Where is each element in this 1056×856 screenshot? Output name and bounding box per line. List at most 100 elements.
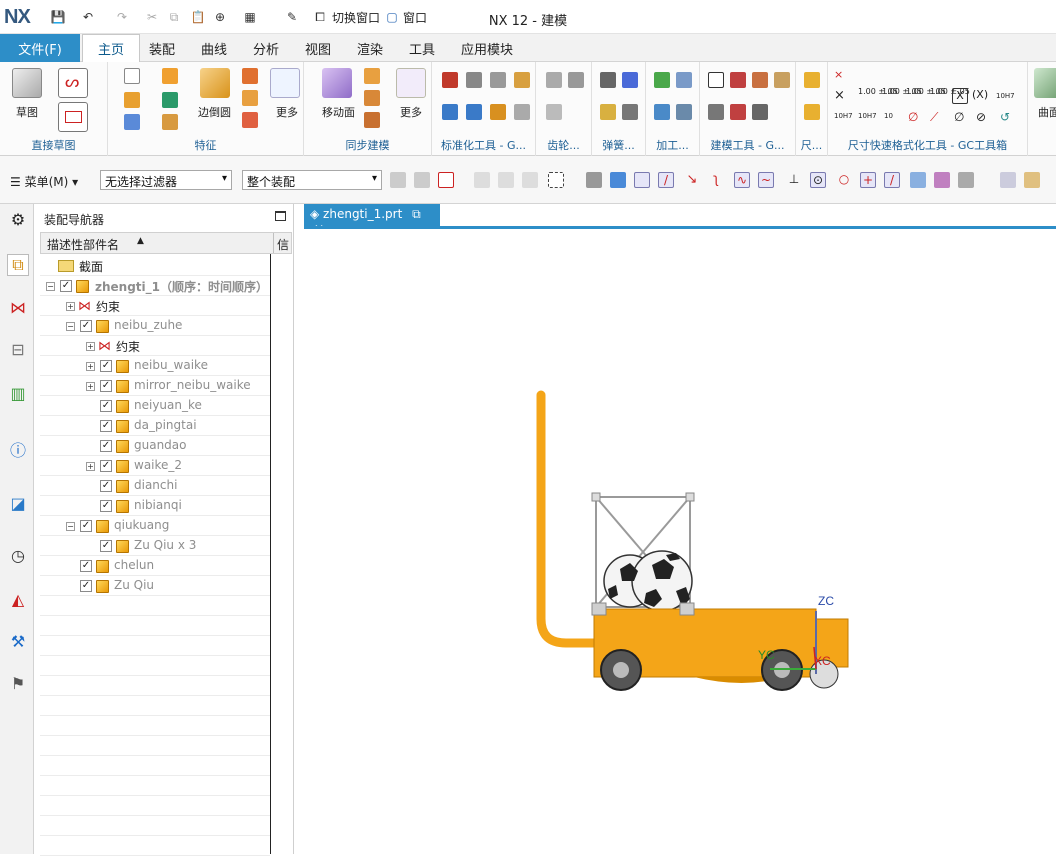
tool-6-icon[interactable]	[730, 104, 746, 120]
more-features-icon[interactable]	[270, 68, 300, 98]
sketch-button[interactable]: 草图	[16, 104, 38, 120]
checkbox[interactable]: ✓	[80, 560, 92, 572]
gear-1-icon[interactable]	[546, 72, 562, 88]
triangle-icon[interactable]	[708, 72, 724, 88]
snap-control-icon[interactable]: ∿	[734, 172, 750, 188]
snap-center-icon[interactable]: ⊙	[810, 172, 826, 188]
constraint-navigator-icon[interactable]: ⋈	[7, 296, 29, 318]
tree-row-root[interactable]: − ✓ zhengti_1（顺序：时间顺序）	[40, 276, 270, 296]
tool-4-icon[interactable]	[774, 72, 790, 88]
column-info-header[interactable]: 信	[277, 236, 289, 253]
tab-assemblies[interactable]: 装配	[140, 34, 184, 62]
snap-intersect-icon[interactable]: +	[860, 172, 876, 188]
snap-spline-icon[interactable]: ~	[758, 172, 774, 188]
popout-icon[interactable]: ⧉	[412, 207, 421, 221]
tree-row-component[interactable]: + ✓ mirror_neibu_waike	[40, 376, 270, 396]
type-filter-dropdown[interactable]: 无选择过滤器 ▾	[100, 170, 232, 190]
maximize-icon[interactable]	[275, 211, 286, 221]
tol-label-4[interactable]: 10H7	[996, 92, 1015, 100]
std-tool-5-icon[interactable]	[442, 104, 458, 120]
snap-face-icon[interactable]	[910, 172, 926, 188]
checkbox[interactable]: ✓	[80, 580, 92, 592]
gear-2-icon[interactable]	[568, 72, 584, 88]
collapse-icon[interactable]: −	[46, 282, 55, 291]
extrude-icon[interactable]	[162, 68, 178, 84]
rect-select-icon[interactable]	[548, 172, 564, 188]
clock-icon[interactable]: ◷	[7, 544, 29, 566]
tree-row-component[interactable]: ✓ nibianqi	[40, 496, 270, 516]
offset-region-icon[interactable]	[364, 90, 380, 106]
machining-1-icon[interactable]	[654, 72, 670, 88]
slash-icon[interactable]: ⟋	[930, 110, 946, 126]
tree-row-component[interactable]: ✓ Zu Qiu x 3	[40, 536, 270, 556]
filter-2-icon[interactable]	[414, 172, 430, 188]
tab-render[interactable]: 渲染	[348, 34, 392, 62]
reuse-library-icon[interactable]: ▥	[7, 382, 29, 404]
document-tab[interactable]: ◈ zhengti_1.prt ⧉ ✕	[304, 204, 440, 236]
machining-2-icon[interactable]	[676, 72, 692, 88]
spring-2-icon[interactable]	[622, 72, 638, 88]
checkbox[interactable]: ✓	[80, 320, 92, 332]
tree-row-constraints[interactable]: + ⋈ 约束	[40, 336, 270, 356]
replace-face-icon[interactable]	[364, 112, 380, 128]
gear-3-icon[interactable]	[546, 104, 562, 120]
tol-label-1[interactable]: 10H7	[834, 112, 853, 120]
std-tool-2-icon[interactable]	[466, 72, 482, 88]
part-navigator-icon[interactable]: ⊟	[7, 338, 29, 360]
rectangle-icon[interactable]	[58, 102, 88, 132]
snap-mid-icon[interactable]: ↘	[684, 172, 700, 188]
expand-icon[interactable]: +	[86, 362, 95, 371]
shell-icon[interactable]	[162, 114, 178, 130]
dim-2-icon[interactable]	[804, 104, 820, 120]
spring-1-icon[interactable]	[600, 72, 616, 88]
paren-x-icon[interactable]: (X)	[972, 88, 988, 104]
tab-file[interactable]: 文件(F)	[0, 34, 80, 62]
edge-blend-icon[interactable]	[200, 68, 230, 98]
machining-4-icon[interactable]	[676, 104, 692, 120]
fit-view-icon[interactable]	[1000, 172, 1016, 188]
tree-row-component[interactable]: + ✓ waike_2	[40, 456, 270, 476]
web-browser-icon[interactable]: ⓘ	[7, 438, 29, 460]
tab-application[interactable]: 应用模块	[452, 34, 522, 62]
snap-curve-icon[interactable]: ʅ	[708, 172, 724, 188]
pattern-icon[interactable]	[162, 92, 178, 108]
dim-1-icon[interactable]	[804, 72, 820, 88]
checkbox[interactable]: ✓	[100, 540, 112, 552]
tree-row-component[interactable]: ✓ neiyuan_ke	[40, 396, 270, 416]
chamfer-icon[interactable]	[242, 68, 258, 84]
menu-button[interactable]: ☰ 菜单(M) ▾	[10, 173, 78, 190]
tree-row-component[interactable]: ✓ Zu Qiu	[40, 576, 270, 596]
tree-row-constraints[interactable]: + ⋈ 约束	[40, 296, 270, 316]
checkbox[interactable]: ✓	[100, 460, 112, 472]
trim-body-icon[interactable]	[242, 112, 258, 128]
hole-icon[interactable]	[124, 92, 140, 108]
select-body-icon[interactable]	[610, 172, 626, 188]
profile-icon[interactable]: ᔕ	[58, 68, 88, 98]
tree-row-component[interactable]: ✓ da_pingtai	[40, 416, 270, 436]
std-tool-3-icon[interactable]	[490, 72, 506, 88]
process-icon[interactable]: ⚒	[7, 630, 29, 652]
diameter-2-icon[interactable]: ∅	[954, 110, 970, 126]
checkbox[interactable]: ✓	[100, 400, 112, 412]
tree-row-component[interactable]: ✓ dianchi	[40, 476, 270, 496]
checkbox[interactable]: ✓	[100, 380, 112, 392]
std-tool-7-icon[interactable]	[490, 104, 506, 120]
diameter-3-icon[interactable]: ⊘	[976, 110, 992, 126]
spring-3-icon[interactable]	[600, 104, 616, 120]
tol-label-3[interactable]: 10	[884, 112, 893, 120]
multiply-icon[interactable]: ×	[834, 88, 850, 104]
select-all-icon[interactable]	[586, 172, 602, 188]
checkbox[interactable]: ✓	[100, 500, 112, 512]
assembly-navigator-icon[interactable]: ⧉	[7, 254, 29, 276]
tab-view[interactable]: 视图	[296, 34, 340, 62]
tree-row-component[interactable]: + ✓ neibu_waike	[40, 356, 270, 376]
filter-5-icon[interactable]	[522, 172, 538, 188]
checkbox[interactable]: ✓	[60, 280, 72, 292]
collapse-icon[interactable]: −	[66, 522, 75, 531]
filter-3-icon[interactable]	[474, 172, 490, 188]
tree-row-component[interactable]: ✓ guandao	[40, 436, 270, 456]
undo-format-icon[interactable]: ↺	[1000, 110, 1016, 126]
gear-icon[interactable]: ⚙	[7, 208, 29, 230]
palette-icon[interactable]: ◭	[7, 588, 29, 610]
more-sync-icon[interactable]	[396, 68, 426, 98]
